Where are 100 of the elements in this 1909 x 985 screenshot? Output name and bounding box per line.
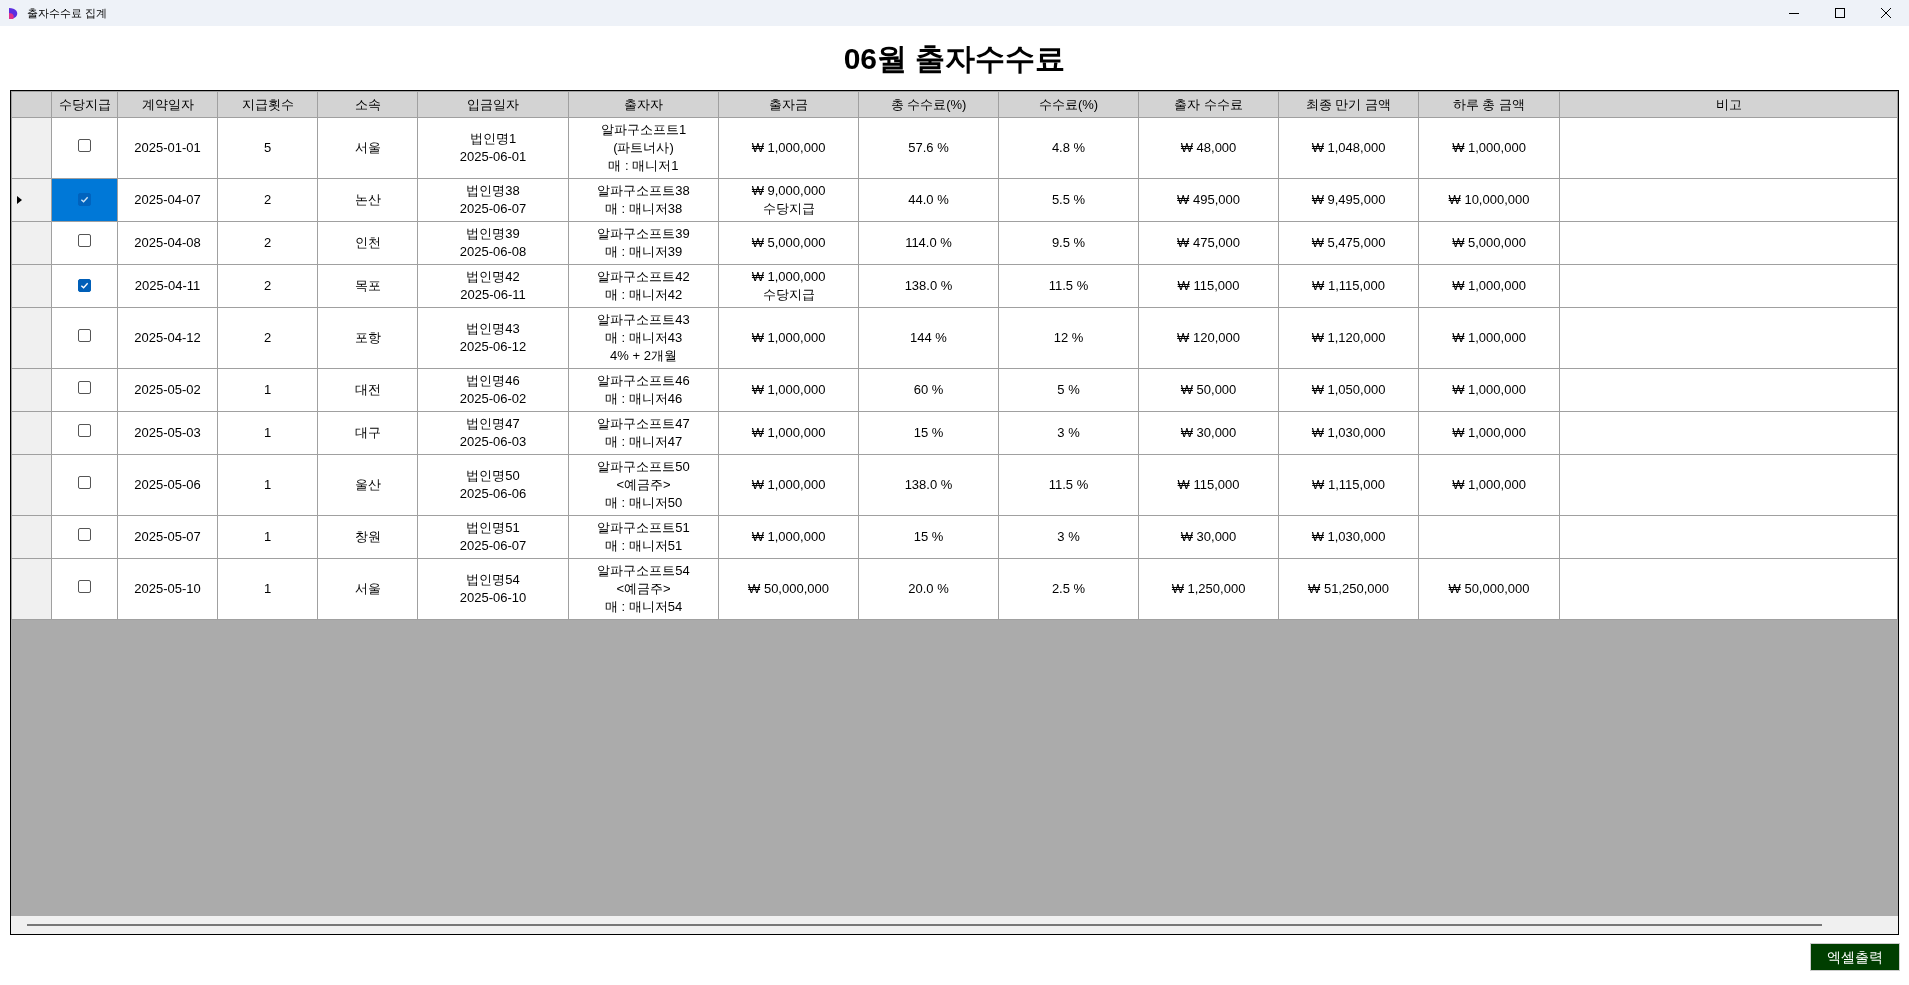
column-header[interactable]: 비고 [1559,91,1898,118]
checkbox-cell[interactable] [51,515,118,559]
table-cell: ₩ 5,475,000 [1278,221,1419,265]
table-cell: 20.0 % [858,558,999,620]
table-cell: 법인명46 2025-06-02 [417,368,569,412]
column-header[interactable]: 총 수수료(%) [858,91,999,118]
table-cell: 알파구소프트51 매 : 매니저51 [568,515,719,559]
table-cell: 114.0 % [858,221,999,265]
table-cell: 15 % [858,411,999,455]
checkbox[interactable] [78,424,91,438]
table-cell: 알파구소프트50 <예금주> 매 : 매니저50 [568,454,719,516]
table-cell: 1 [217,411,318,455]
checkbox-cell[interactable] [51,411,118,455]
table-cell: ₩ 495,000 [1138,178,1279,222]
table-cell: 인천 [317,221,418,265]
table-cell: ₩ 115,000 [1138,454,1279,516]
checkbox[interactable] [78,476,91,490]
checkbox-cell[interactable] [51,307,118,369]
checkbox[interactable] [78,329,91,343]
table-cell: 3 % [998,411,1139,455]
table-cell: ₩ 50,000,000 [718,558,859,620]
row-header[interactable] [11,411,52,455]
column-header[interactable]: 최종 만기 금액 [1278,91,1419,118]
table-cell: ₩ 30,000 [1138,411,1279,455]
table-cell: 알파구소프트43 매 : 매니저43 4% + 2개월 [568,307,719,369]
column-header[interactable]: 수당지급 [51,91,118,118]
table-cell: ₩ 9,000,000 수당지급 [718,178,859,222]
table-cell: 4.8 % [998,117,1139,179]
table-cell: ₩ 50,000 [1138,368,1279,412]
table-cell: 2025-05-07 [117,515,218,559]
app-icon [7,6,19,20]
checkbox-cell[interactable] [51,178,118,222]
checkbox-cell[interactable] [51,454,118,516]
page-heading: 06월 출자수수료 [843,40,1066,77]
table-cell: ₩ 475,000 [1138,221,1279,265]
table-cell: ₩ 1,000,000 [1418,454,1560,516]
table-cell: ₩ 51,250,000 [1278,558,1419,620]
table-cell: 44.0 % [858,178,999,222]
table-cell: 2 [217,221,318,265]
table-cell: 서울 [317,558,418,620]
close-icon [1881,8,1891,18]
column-header[interactable]: 지급횟수 [217,91,318,118]
checkbox[interactable] [78,234,91,248]
column-header[interactable]: 계약일자 [117,91,218,118]
column-header[interactable]: 출자 수수료 [1138,91,1279,118]
checkbox-cell[interactable] [51,221,118,265]
row-header[interactable] [11,117,52,179]
table-cell: ₩ 9,495,000 [1278,178,1419,222]
row-header[interactable] [11,221,52,265]
excel-export-button[interactable]: 엑셀출력 [1810,943,1900,971]
table-cell: ₩ 1,000,000 [718,454,859,516]
table-cell: 목포 [317,264,418,308]
table-cell: ₩ 1,115,000 [1278,454,1419,516]
column-header[interactable]: 출자금 [718,91,859,118]
table-cell: 2025-04-12 [117,307,218,369]
checkbox-cell[interactable] [51,368,118,412]
row-header[interactable] [11,454,52,516]
table-cell: 2 [217,264,318,308]
table-cell: 법인명54 2025-06-10 [417,558,569,620]
checkbox[interactable] [78,279,91,293]
table-cell: 15 % [858,515,999,559]
checkbox-cell[interactable] [51,264,118,308]
table-cell: 법인명42 2025-06-11 [417,264,569,308]
horizontal-scrollbar[interactable] [11,916,1898,934]
table-cell: 5 [217,117,318,179]
checkbox[interactable] [78,528,91,542]
row-header[interactable] [11,368,52,412]
row-header[interactable] [11,178,52,222]
checkbox-cell[interactable] [51,117,118,179]
table-cell: 법인명47 2025-06-03 [417,411,569,455]
table-cell: ₩ 1,050,000 [1278,368,1419,412]
table-cell: 1 [217,368,318,412]
table-cell: 5.5 % [998,178,1139,222]
table-cell: ₩ 48,000 [1138,117,1279,179]
table-cell: 12 % [998,307,1139,369]
row-header[interactable] [11,264,52,308]
table-cell: 3 % [998,515,1139,559]
column-header[interactable]: 수수료(%) [998,91,1139,118]
table-cell: 138.0 % [858,454,999,516]
table-cell: 60 % [858,368,999,412]
column-header[interactable]: 출자자 [568,91,719,118]
table-cell: 알파구소프트1 (파트너사) 매 : 매니저1 [568,117,719,179]
table-cell: 138.0 % [858,264,999,308]
table-cell: 1 [217,558,318,620]
checkbox-cell[interactable] [51,558,118,620]
checkbox[interactable] [78,381,91,395]
scrollbar-thumb[interactable] [27,924,1822,926]
table-cell: 대구 [317,411,418,455]
table-cell: 2025-05-10 [117,558,218,620]
table-cell: 2025-05-06 [117,454,218,516]
column-header[interactable]: 하루 총 금액 [1418,91,1560,118]
checkbox[interactable] [78,193,91,207]
checkbox[interactable] [78,139,91,153]
column-header[interactable]: 입금일자 [417,91,569,118]
checkbox[interactable] [78,580,91,594]
table-cell: ₩ 30,000 [1138,515,1279,559]
table-cell: ₩ 1,000,000 [718,117,859,179]
row-header[interactable] [11,515,52,559]
row-header[interactable] [11,558,52,620]
column-header[interactable]: 소속 [317,91,418,118]
